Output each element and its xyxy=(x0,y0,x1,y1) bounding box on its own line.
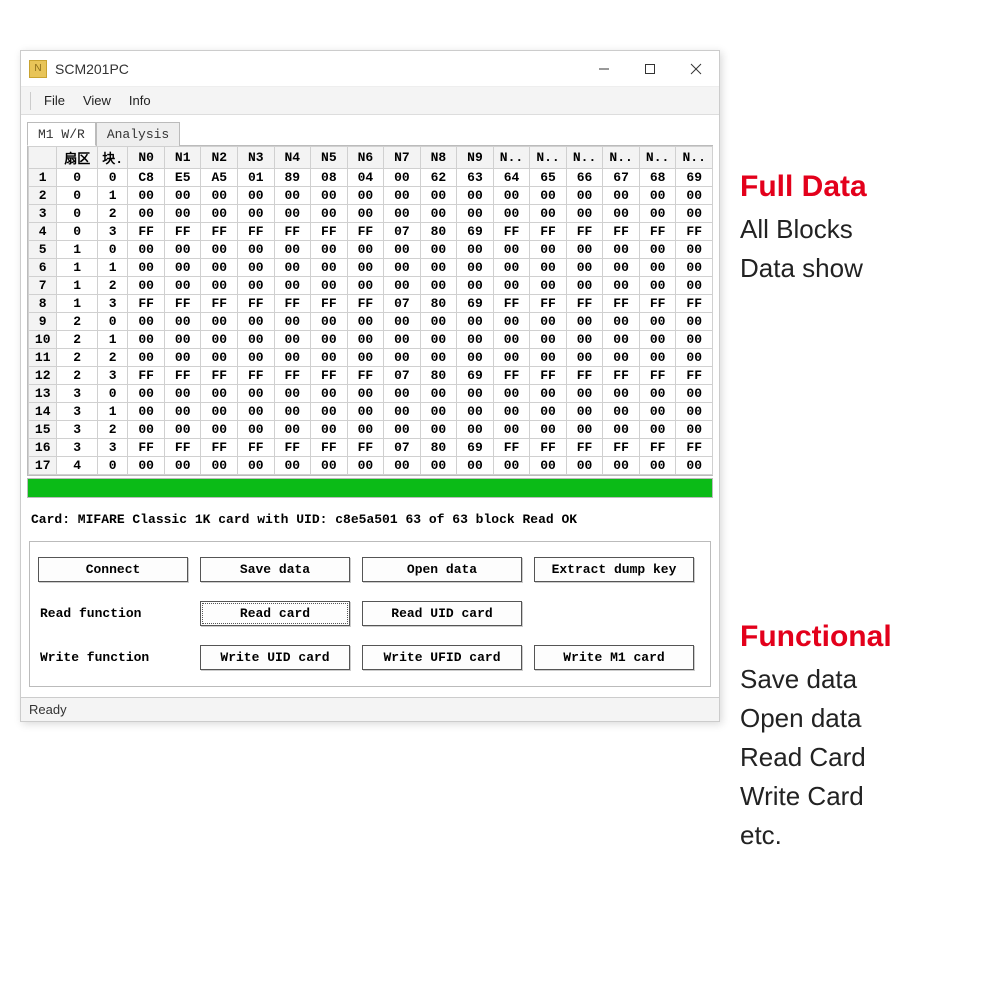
read-card-button[interactable]: Read card xyxy=(200,601,350,626)
table-row[interactable]: 51000000000000000000000000000000000 xyxy=(29,241,713,259)
table-row[interactable]: 174000000000000000000000000000000000 xyxy=(29,457,713,475)
table-row[interactable]: 1633FFFFFFFFFFFFFF078069FFFFFFFFFFFF xyxy=(29,439,713,457)
menu-bar: File View Info xyxy=(21,87,719,115)
status-bar: Ready xyxy=(21,697,719,721)
column-header[interactable]: N.. xyxy=(603,147,640,169)
app-icon: N xyxy=(29,60,47,78)
save-data-button[interactable]: Save data xyxy=(200,557,350,582)
open-data-button[interactable]: Open data xyxy=(362,557,522,582)
annotation-line: Open data xyxy=(740,699,892,738)
menu-grip-icon xyxy=(30,92,31,110)
progress-bar xyxy=(27,478,713,498)
table-row[interactable]: 813FFFFFFFFFFFFFF078069FFFFFFFFFFFF xyxy=(29,295,713,313)
annotation-title: Full Data xyxy=(740,170,867,204)
button-panel: Connect Save data Open data Extract dump… xyxy=(29,541,711,687)
menu-file[interactable]: File xyxy=(36,91,73,110)
window-controls xyxy=(581,51,719,87)
column-header[interactable]: N2 xyxy=(201,147,238,169)
client-area: M1 W/R Analysis 扇区块.N0N1N2N3N4N5N6N7N8N9… xyxy=(21,115,719,697)
write-uid-card-button[interactable]: Write UID card xyxy=(200,645,350,670)
column-header[interactable]: N4 xyxy=(274,147,311,169)
read-uid-card-button[interactable]: Read UID card xyxy=(362,601,522,626)
table-row[interactable]: 30200000000000000000000000000000000 xyxy=(29,205,713,223)
column-header[interactable] xyxy=(29,147,57,169)
write-function-label: Write function xyxy=(38,650,188,665)
column-header[interactable]: N9 xyxy=(457,147,494,169)
data-grid[interactable]: 扇区块.N0N1N2N3N4N5N6N7N8N9N..N..N..N..N..N… xyxy=(27,146,713,476)
column-header[interactable]: N1 xyxy=(164,147,201,169)
menu-view[interactable]: View xyxy=(75,91,119,110)
column-header[interactable]: N8 xyxy=(420,147,457,169)
table-row[interactable]: 1223FFFFFFFFFFFFFF078069FFFFFFFFFFFF xyxy=(29,367,713,385)
column-header[interactable]: N0 xyxy=(128,147,165,169)
window-title: SCM201PC xyxy=(55,61,581,77)
table-row[interactable]: 100C8E5A501890804006263646566676869 xyxy=(29,169,713,187)
table-row[interactable]: 102100000000000000000000000000000000 xyxy=(29,331,713,349)
table-row[interactable]: 153200000000000000000000000000000000 xyxy=(29,421,713,439)
write-ufid-card-button[interactable]: Write UFID card xyxy=(362,645,522,670)
minimize-button[interactable] xyxy=(581,51,627,87)
column-header[interactable]: 扇区 xyxy=(57,147,98,169)
table-row[interactable]: 20100000000000000000000000000000000 xyxy=(29,187,713,205)
column-header[interactable]: N7 xyxy=(384,147,421,169)
table-row[interactable]: 133000000000000000000000000000000000 xyxy=(29,385,713,403)
column-header[interactable]: 块. xyxy=(97,147,127,169)
column-header[interactable]: N.. xyxy=(676,147,713,169)
annotation-line: All Blocks xyxy=(740,210,867,249)
column-header[interactable]: N6 xyxy=(347,147,384,169)
annotation-line: Data show xyxy=(740,249,867,288)
annotation-line: Save data xyxy=(740,660,892,699)
column-header[interactable]: N3 xyxy=(238,147,275,169)
table-row[interactable]: 71200000000000000000000000000000000 xyxy=(29,277,713,295)
tab-analysis[interactable]: Analysis xyxy=(96,122,180,146)
annotation-full-data: Full Data All Blocks Data show xyxy=(740,170,867,288)
connect-button[interactable]: Connect xyxy=(38,557,188,582)
table-row[interactable]: 61100000000000000000000000000000000 xyxy=(29,259,713,277)
column-header[interactable]: N5 xyxy=(311,147,348,169)
write-m1-card-button[interactable]: Write M1 card xyxy=(534,645,694,670)
column-header[interactable]: N.. xyxy=(566,147,603,169)
app-window: N SCM201PC File View Info M1 W/R Analysi… xyxy=(20,50,720,722)
tab-m1-wr[interactable]: M1 W/R xyxy=(27,122,96,146)
column-header[interactable]: N.. xyxy=(530,147,567,169)
menu-info[interactable]: Info xyxy=(121,91,159,110)
extract-dump-key-button[interactable]: Extract dump key xyxy=(534,557,694,582)
maximize-button[interactable] xyxy=(627,51,673,87)
tab-row: M1 W/R Analysis xyxy=(27,121,713,146)
close-button[interactable] xyxy=(673,51,719,87)
table-row[interactable]: 143100000000000000000000000000000000 xyxy=(29,403,713,421)
read-function-label: Read function xyxy=(38,606,188,621)
table-row[interactable]: 112200000000000000000000000000000000 xyxy=(29,349,713,367)
column-header[interactable]: N.. xyxy=(493,147,530,169)
table-row[interactable]: 403FFFFFFFFFFFFFF078069FFFFFFFFFFFF xyxy=(29,223,713,241)
column-header[interactable]: N.. xyxy=(639,147,676,169)
annotation-line: Write Card xyxy=(740,777,892,816)
title-bar: N SCM201PC xyxy=(21,51,719,87)
annotation-title: Functional xyxy=(740,620,892,654)
annotation-line: etc. xyxy=(740,816,892,855)
annotation-functional: Functional Save data Open data Read Card… xyxy=(740,620,892,855)
table-row[interactable]: 92000000000000000000000000000000000 xyxy=(29,313,713,331)
annotation-line: Read Card xyxy=(740,738,892,777)
card-status-text: Card: MIFARE Classic 1K card with UID: c… xyxy=(27,498,713,537)
